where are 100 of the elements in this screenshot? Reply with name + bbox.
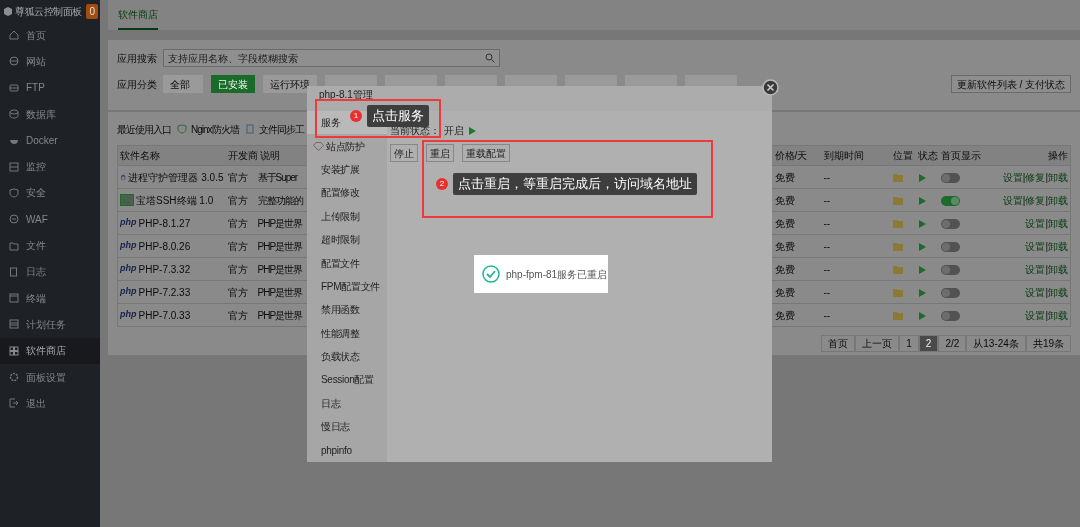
dialog-menu-item[interactable]: 慢日志 (307, 415, 387, 439)
action-link[interactable]: 卸载 (1048, 171, 1068, 183)
service-button[interactable]: 重启 (426, 144, 454, 162)
table-cell: 官方 (227, 194, 248, 206)
action-link[interactable]: 卸载 (1048, 309, 1068, 321)
folder-icon[interactable] (892, 219, 903, 228)
dialog-menu-item[interactable]: 上传限制 (307, 204, 387, 228)
column-header: 状态 (917, 150, 938, 161)
toggle-switch[interactable] (940, 172, 960, 183)
table-cell-text: PHP-7.0.33 (138, 308, 191, 323)
dialog-menu-item[interactable]: 站点防护 (307, 134, 387, 158)
sidebar-item[interactable]: 软件商店 (0, 337, 100, 364)
dialog-menu-item[interactable]: 配置文件 (307, 251, 387, 275)
table-cell: 官方 (227, 263, 248, 275)
close-icon[interactable] (762, 79, 779, 96)
sidebar-item[interactable]: 面板设置 (0, 363, 100, 391)
folder-icon[interactable] (892, 173, 903, 182)
tab[interactable]: 软件商店 (118, 0, 158, 30)
action-link[interactable]: 卸载 (1048, 286, 1068, 298)
field-label: 应用搜索 (117, 51, 158, 66)
dialog-menu-item[interactable]: Session配置 (307, 368, 387, 392)
dialog-menu-item[interactable]: FPM配置文件 (307, 274, 387, 299)
folder-icon[interactable] (892, 311, 903, 320)
action-link[interactable]: 设置 (1025, 217, 1046, 229)
page-link[interactable]: 首页 (821, 335, 856, 352)
dialog-menu-item[interactable]: 超时限制 (307, 227, 387, 252)
sidebar-item[interactable]: 退出 (0, 390, 100, 417)
sidebar-item[interactable]: 日志 (0, 258, 100, 285)
folder-icon[interactable] (892, 196, 903, 205)
action-link[interactable]: 卸载 (1048, 217, 1068, 229)
action-link[interactable]: 设置 (1025, 240, 1046, 252)
page-link[interactable]: 上一页 (855, 335, 900, 352)
update-list-button[interactable]: 更新软件列表 / 支付状态 (950, 75, 1071, 93)
table-cell: PHP是世界 (257, 309, 303, 321)
folder-icon[interactable] (892, 242, 903, 251)
dialog-menu-item[interactable]: 性能调整 (307, 321, 387, 345)
sidebar-item[interactable]: 文件 (0, 232, 100, 259)
shortcut-link[interactable]: 文件同步工 (244, 121, 304, 137)
toggle-switch[interactable] (940, 287, 960, 298)
column-header: 操作 (1048, 150, 1068, 161)
toggle-switch[interactable] (940, 241, 960, 252)
page-link[interactable]: 2/2 (938, 335, 967, 352)
toggle-switch[interactable] (940, 264, 960, 275)
page-link[interactable]: 从13-24条 (966, 335, 1026, 352)
sidebar-item[interactable]: 网站 (0, 48, 100, 75)
action-link[interactable]: 卸载 (1048, 240, 1068, 252)
sidebar-item[interactable]: 监控 (0, 153, 100, 180)
sidebar-item[interactable]: 计划任务 (0, 311, 100, 338)
sidebar-item[interactable]: Docker (0, 127, 100, 154)
action-link[interactable]: 卸载 (1048, 194, 1068, 206)
column-header: 价格/天 (774, 150, 808, 161)
table-cell: -- (823, 194, 831, 206)
toggle-switch[interactable] (940, 195, 960, 206)
toggle-switch[interactable] (940, 310, 960, 321)
action-link[interactable]: 设置 (1025, 263, 1046, 275)
table-cell: 免费 (774, 286, 795, 298)
callout-tooltip: 点击重启，等重启完成后，访问域名地址 (453, 173, 697, 195)
table-cell: PHP是世界 (257, 217, 303, 229)
dialog-menu-item[interactable]: phpinfo (307, 438, 387, 462)
action-link[interactable]: 卸载 (1048, 263, 1068, 275)
sidebar-item[interactable]: 安全 (0, 179, 100, 207)
category-button[interactable]: 全部 (163, 75, 203, 93)
service-button[interactable]: 重载配置 (462, 144, 510, 162)
search-icon (485, 53, 495, 63)
toggle-switch[interactable] (940, 218, 960, 229)
folder-icon[interactable] (892, 288, 903, 297)
separator: | (1045, 286, 1048, 298)
table-cell: PHP是世界 (257, 240, 303, 252)
home-icon (9, 30, 19, 41)
table-cell: 官方 (227, 217, 248, 229)
action-link[interactable]: 设置 (1002, 171, 1023, 183)
page-link[interactable]: 共19条 (1025, 335, 1071, 352)
shortcut-link[interactable]: Nginx防火墙 (177, 121, 239, 137)
action-link[interactable]: 修复 (1025, 171, 1046, 183)
sidebar-item[interactable]: 终端 (0, 284, 100, 312)
table-cell: 官方 (227, 171, 248, 183)
folder-icon[interactable] (892, 265, 903, 274)
category-button[interactable]: 已安装 (211, 75, 255, 93)
dialog-title: php-8.1管理 (319, 88, 373, 102)
dialog-menu-item[interactable]: 安装扩展 (307, 157, 387, 182)
dialog-menu-item[interactable]: 负载状态 (307, 344, 387, 369)
sidebar-item[interactable]: 首页 (0, 22, 100, 49)
table-cell: -- (823, 171, 831, 183)
sidebar-item[interactable]: FTP (0, 74, 100, 101)
search-field[interactable]: 支持应用名称、字段模糊搜索 (163, 49, 500, 67)
table-cell: 官方 (227, 286, 248, 298)
sidebar-item[interactable]: WAF (0, 206, 100, 233)
php-logo: php (120, 308, 137, 322)
dialog-menu-item[interactable]: 日志 (307, 391, 387, 416)
action-link[interactable]: 修复 (1025, 194, 1046, 206)
dialog-menu-item[interactable]: 禁用函数 (307, 298, 387, 322)
page-link[interactable]: 1 (899, 335, 919, 352)
sidebar-item[interactable]: 数据库 (0, 100, 100, 128)
separator: | (1045, 217, 1048, 229)
action-link[interactable]: 设置 (1025, 309, 1046, 321)
action-link[interactable]: 设置 (1002, 194, 1023, 206)
dialog-menu-item[interactable]: 配置修改 (307, 181, 387, 205)
service-button[interactable]: 停止 (390, 144, 418, 162)
action-link[interactable]: 设置 (1025, 286, 1046, 298)
column-header: 软件名称 (120, 150, 160, 161)
